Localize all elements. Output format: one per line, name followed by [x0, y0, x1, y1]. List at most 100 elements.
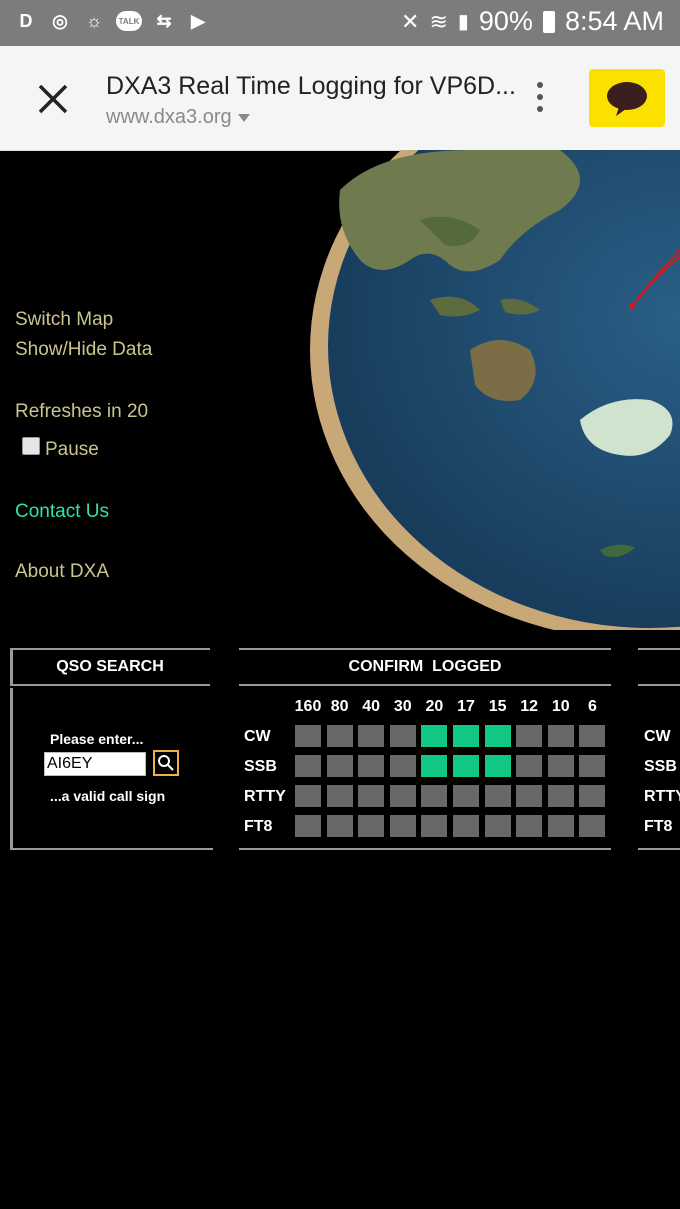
- cell-ft8-80: [326, 815, 353, 837]
- clock: 8:54 AM: [564, 6, 664, 36]
- cell-rtty-40: [358, 785, 385, 807]
- pause-checkbox[interactable]: [22, 437, 40, 455]
- cell-cw-17: [453, 725, 479, 747]
- cell-cw-12: [516, 725, 543, 747]
- grid-divider: [239, 848, 611, 850]
- confirm-logged-title: CONFIRM LOGGED: [239, 648, 611, 686]
- cell-rtty-10: [547, 785, 574, 807]
- cell-rtty-12: [516, 785, 543, 807]
- mode-label-cw: CW: [244, 728, 271, 745]
- cell-ft8-30: [389, 815, 416, 837]
- usb-icon: ⇆: [156, 10, 172, 31]
- overflow-menu-icon[interactable]: [532, 82, 548, 118]
- cell-ssb-15: [484, 755, 511, 777]
- cell-rtty-80: [326, 785, 353, 807]
- cell-cw-15: [484, 725, 511, 747]
- chat-bubble-icon: [607, 82, 647, 116]
- cell-cw-160: [295, 725, 321, 747]
- notification-icons: D ◎ ☼ TALK ⇆ ▶: [14, 9, 210, 33]
- search-button[interactable]: [153, 750, 179, 776]
- qso-hint: ...a valid call sign: [50, 788, 166, 804]
- cell-ft8-12: [516, 815, 543, 837]
- cell-ft8-160: [295, 815, 321, 837]
- cell-ft8-15: [484, 815, 511, 837]
- kakaotalk-share-button[interactable]: [589, 69, 665, 127]
- cell-cw-20: [421, 725, 448, 747]
- cell-ssb-12: [516, 755, 543, 777]
- pause-label: Pause: [45, 439, 99, 460]
- wifi-icon: ≋: [429, 8, 448, 34]
- cell-rtty-6: [579, 785, 606, 807]
- callsign-input[interactable]: [44, 752, 146, 776]
- second-grid-title: [638, 648, 680, 686]
- second-mode-label-cw: CW: [644, 728, 671, 745]
- talk-icon: TALK: [116, 11, 142, 31]
- qso-search-title-text: QSO SEARCH: [56, 658, 164, 675]
- band-label-6: 6: [587, 698, 597, 715]
- chrome-icon: ◎: [52, 10, 68, 31]
- status-bar: D ◎ ☼ TALK ⇆ ▶ ✕ ≋ ▮ 90% 8:54 AM: [0, 0, 680, 46]
- band-label-15: 15: [488, 698, 507, 715]
- battery-percent: 90%: [478, 6, 533, 36]
- cell-ssb-10: [547, 755, 574, 777]
- cell-cw-40: [358, 725, 385, 747]
- chevron-down-icon: [237, 113, 250, 122]
- cell-cw-10: [547, 725, 574, 747]
- second-mode-label-ssb: SSB: [644, 758, 677, 775]
- about-dxa-link[interactable]: About DXA: [15, 561, 109, 583]
- band-label-80: 80: [330, 698, 349, 715]
- cell-ssb-20: [421, 755, 448, 777]
- second-mode-label-ft8: FT8: [644, 818, 673, 835]
- cell-rtty-160: [295, 785, 321, 807]
- cell-ft8-10: [547, 815, 574, 837]
- band-label-20: 20: [425, 698, 444, 715]
- cell-rtty-30: [389, 785, 416, 807]
- cell-ssb-40: [358, 755, 385, 777]
- play-store-icon: ▶: [191, 10, 205, 31]
- mute-icon: ✕: [401, 8, 420, 34]
- contact-us-link[interactable]: Contact Us: [15, 501, 109, 523]
- band-label-40: 40: [362, 698, 381, 715]
- second-mode-label-rtty: RTTY: [644, 788, 680, 805]
- cell-ft8-40: [358, 815, 385, 837]
- cell-rtty-15: [484, 785, 511, 807]
- confirm-logged-title-text: CONFIRM LOGGED: [348, 658, 502, 675]
- band-label-10: 10: [551, 698, 570, 715]
- cell-ssb-80: [326, 755, 353, 777]
- browser-toolbar: DXA3 Real Time Logging for VP6D... www.d…: [0, 46, 680, 151]
- refresh-countdown: Refreshes in 20: [15, 401, 149, 422]
- show-hide-data-link[interactable]: Show/Hide Data: [15, 339, 152, 361]
- mode-label-ssb: SSB: [244, 758, 277, 775]
- cell-cw-80: [326, 725, 353, 747]
- cell-ssb-17: [453, 755, 479, 777]
- switch-map-link[interactable]: Switch Map: [15, 309, 113, 331]
- page-title: DXA3 Real Time Logging for VP6D...: [106, 72, 516, 100]
- second-grid-divider: [638, 848, 680, 850]
- cell-ssb-30: [389, 755, 416, 777]
- close-icon[interactable]: [34, 80, 72, 118]
- band-label-30: 30: [393, 698, 412, 715]
- cell-rtty-17: [453, 785, 479, 807]
- cell-ft8-17: [453, 815, 479, 837]
- battery-icon: [542, 10, 555, 33]
- signal-icon: ▮: [457, 11, 469, 33]
- cell-rtty-20: [421, 785, 448, 807]
- mode-label-rtty: RTTY: [244, 788, 286, 805]
- qso-search-title: QSO SEARCH: [10, 648, 210, 686]
- app-d-icon: D: [19, 10, 33, 31]
- band-label-17: 17: [457, 698, 475, 715]
- cell-cw-6: [579, 725, 606, 747]
- cell-cw-30: [389, 725, 416, 747]
- system-indicators: ✕ ≋ ▮ 90% 8:54 AM: [401, 6, 664, 37]
- globe-map[interactable]: [0, 150, 680, 630]
- search-icon: [158, 755, 174, 771]
- page-url[interactable]: www.dxa3.org: [106, 106, 250, 129]
- band-label-160: 160: [294, 698, 322, 715]
- cell-ft8-6: [579, 815, 606, 837]
- weather-icon: ☼: [85, 10, 103, 31]
- url-text: www.dxa3.org: [106, 106, 232, 128]
- mode-label-ft8: FT8: [244, 818, 273, 835]
- cell-ssb-6: [579, 755, 606, 777]
- band-label-12: 12: [520, 698, 539, 715]
- qso-prompt: Please enter...: [50, 731, 144, 747]
